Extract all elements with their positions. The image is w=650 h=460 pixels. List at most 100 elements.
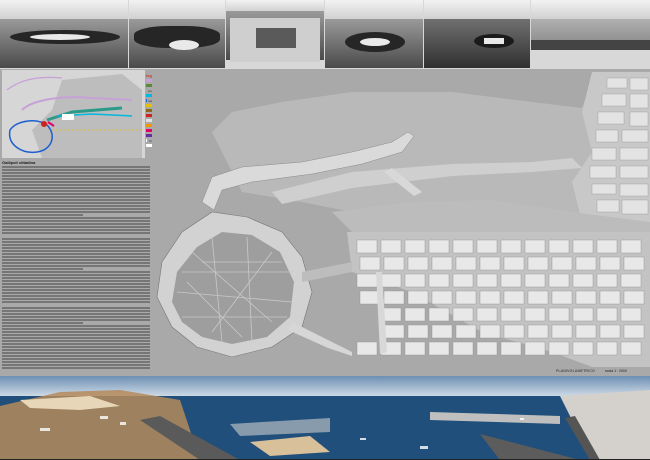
text-line — [2, 223, 150, 225]
city-block — [452, 307, 474, 322]
text-line — [2, 229, 150, 231]
city-block — [596, 341, 618, 356]
text-line — [2, 289, 150, 291]
text-line — [2, 166, 150, 168]
text-line — [2, 307, 150, 309]
text-line — [2, 271, 150, 273]
text-line — [2, 364, 150, 366]
site-plan — [114, 72, 650, 376]
text-line — [2, 331, 150, 333]
text-line — [2, 250, 150, 252]
city-block — [404, 341, 426, 356]
text-line — [2, 220, 150, 222]
text-line — [2, 355, 150, 357]
city-block — [620, 273, 642, 288]
city-block — [599, 256, 621, 271]
city-block — [572, 239, 594, 254]
city-block — [500, 273, 522, 288]
key-map — [2, 70, 145, 158]
text-line — [2, 214, 84, 216]
city-block — [476, 273, 498, 288]
city-block — [524, 239, 546, 254]
city-block — [551, 324, 573, 339]
text-line — [2, 241, 150, 243]
city-block — [380, 239, 402, 254]
text-line — [2, 361, 150, 363]
city-block — [359, 290, 381, 305]
city-block — [527, 290, 549, 305]
city-block — [500, 341, 522, 356]
city-block — [599, 290, 621, 305]
city-block — [524, 307, 546, 322]
city-block — [359, 256, 381, 271]
city-block — [383, 324, 405, 339]
city-block — [428, 307, 450, 322]
description-heading: Gallipoli cittadina — [2, 160, 36, 165]
city-block — [500, 307, 522, 322]
city-block — [455, 324, 477, 339]
panorama-photo — [0, 376, 650, 460]
city-block — [455, 256, 477, 271]
city-block — [479, 256, 501, 271]
legend-swatch — [146, 139, 147, 142]
city-block — [431, 256, 453, 271]
text-line — [2, 232, 150, 234]
city-block — [479, 290, 501, 305]
aerial-photo-5 — [424, 0, 530, 68]
city-block — [575, 324, 597, 339]
city-block — [527, 256, 549, 271]
plan-scale: scala 1 : 2000 — [605, 369, 627, 373]
text-line — [2, 322, 84, 324]
text-line — [2, 358, 150, 360]
city-block — [404, 307, 426, 322]
city-block — [596, 273, 618, 288]
city-block — [575, 290, 597, 305]
aerial-photo-1 — [0, 0, 128, 68]
text-line — [2, 286, 150, 288]
city-block — [452, 341, 474, 356]
city-block — [479, 324, 501, 339]
city-block — [548, 273, 570, 288]
text-line — [2, 352, 150, 354]
city-block — [431, 290, 453, 305]
key-map-drawing — [2, 70, 145, 158]
text-line — [2, 325, 150, 327]
city-block — [548, 307, 570, 322]
city-block — [572, 273, 594, 288]
city-block — [452, 239, 474, 254]
text-line — [2, 337, 150, 339]
city-block — [356, 341, 378, 356]
city-block — [572, 341, 594, 356]
text-line — [2, 346, 150, 348]
text-line — [2, 196, 150, 198]
city-block — [404, 273, 426, 288]
city-block — [548, 341, 570, 356]
city-block — [500, 239, 522, 254]
text-line — [2, 349, 150, 351]
text-line — [2, 202, 150, 204]
text-line — [2, 313, 150, 315]
city-block — [599, 324, 621, 339]
text-line — [2, 187, 150, 189]
text-line — [2, 172, 150, 174]
city-block — [524, 273, 546, 288]
city-block — [623, 324, 645, 339]
text-line — [2, 247, 150, 249]
city-block — [428, 273, 450, 288]
text-line — [2, 217, 150, 219]
city-block — [476, 239, 498, 254]
text-line — [2, 298, 150, 300]
top-photo-strip — [0, 0, 650, 69]
text-line — [2, 295, 150, 297]
city-block — [356, 273, 378, 288]
text-line — [2, 268, 84, 270]
text-line — [2, 265, 150, 267]
city-block — [455, 290, 477, 305]
city-block — [383, 290, 405, 305]
text-line — [2, 199, 150, 201]
city-block — [476, 307, 498, 322]
city-block — [503, 324, 525, 339]
text-line — [2, 184, 150, 186]
text-line — [2, 340, 150, 342]
text-line — [2, 262, 150, 264]
